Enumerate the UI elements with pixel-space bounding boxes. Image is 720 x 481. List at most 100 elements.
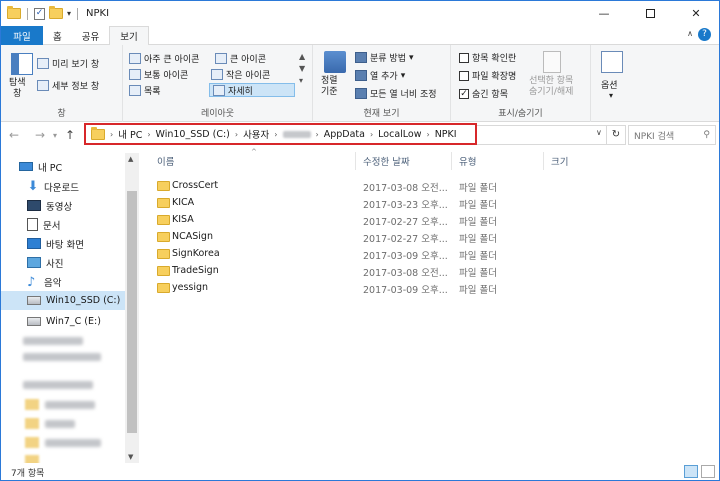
details-pane-button[interactable]: 세부 정보 창 — [37, 79, 99, 92]
file-type: 파일 폴더 — [459, 285, 497, 296]
breadcrumb-chevron[interactable]: › — [147, 130, 150, 139]
nav-pane-scrollbar[interactable]: ▲ ▼ — [125, 153, 139, 463]
group-by-button[interactable]: 분류 방법 ▾ — [355, 51, 414, 64]
address-bar[interactable]: › 내 PC › Win10_SSD (C:) › 사용자 › › AppDat… — [84, 123, 477, 145]
table-row[interactable]: CrossCert 2017-03-08 오전... 파일 폴더 — [151, 178, 711, 195]
tab-share[interactable]: 공유 — [72, 26, 109, 45]
layout-small-icons[interactable]: 작은 아이콘 — [211, 67, 270, 81]
breadcrumb-users[interactable]: 사용자 — [243, 127, 269, 141]
table-row[interactable]: SignKorea 2017-03-09 오후... 파일 폴더 — [151, 246, 711, 263]
maximize-button[interactable] — [627, 1, 673, 26]
nav-item-documents[interactable]: 문서 — [1, 215, 127, 234]
layout-scroll-arrows[interactable]: ▲ ▼ ▾ — [299, 51, 305, 87]
customize-toolbar-icon[interactable]: ▾ — [67, 9, 71, 18]
blurred-nav-item[interactable] — [45, 401, 95, 409]
sort-by-button[interactable]: 정렬 기준 — [321, 76, 338, 98]
nav-item-drive-e[interactable]: Win7_C (E:) — [1, 312, 127, 331]
preview-pane-label: 미리 보기 창 — [52, 60, 100, 70]
blurred-nav-item[interactable] — [23, 337, 83, 345]
column-divider[interactable] — [451, 152, 452, 170]
breadcrumb-chevron[interactable]: › — [316, 130, 319, 139]
file-name: SignKorea — [172, 248, 220, 259]
nav-item-label: 사진 — [46, 258, 64, 270]
layout-details[interactable]: 자세히 — [209, 83, 295, 97]
breadcrumb-chevron[interactable]: › — [110, 130, 113, 139]
breadcrumb-appdata[interactable]: AppData — [324, 129, 365, 140]
add-columns-button[interactable]: 열 추가 ▾ — [355, 69, 405, 82]
table-row[interactable]: yessign 2017-03-09 오후... 파일 폴더 — [151, 280, 711, 297]
item-checkboxes-toggle[interactable]: 항목 확인란 — [459, 51, 516, 64]
nav-item-this-pc[interactable]: 내 PC — [1, 157, 127, 176]
file-extensions-toggle[interactable]: 파일 확장명 — [459, 69, 516, 82]
search-input[interactable]: NPKI 검색 ⚲ — [628, 125, 716, 145]
breadcrumb-username-blurred[interactable] — [282, 129, 311, 140]
scroll-down-icon[interactable]: ▼ — [128, 453, 133, 461]
scroll-up-icon[interactable]: ▲ — [128, 155, 133, 163]
breadcrumb-chevron[interactable]: › — [370, 130, 373, 139]
table-row[interactable]: KISA 2017-02-27 오후... 파일 폴더 — [151, 212, 711, 229]
address-bar-empty[interactable] — [477, 125, 607, 145]
forward-arrow-icon[interactable]: → — [35, 128, 45, 142]
details-pane-label: 세부 정보 창 — [52, 82, 100, 92]
breadcrumb-this-pc[interactable]: 내 PC — [118, 127, 142, 141]
table-row[interactable]: KICA 2017-03-23 오후... 파일 폴더 — [151, 195, 711, 212]
recent-locations-icon[interactable]: ▾ — [53, 131, 57, 140]
blurred-nav-item[interactable] — [23, 353, 101, 361]
nav-item-videos[interactable]: 동영상 — [1, 196, 127, 215]
file-type: 파일 폴더 — [459, 251, 497, 262]
hidden-items-toggle[interactable]: ✓ 숨긴 항목 — [459, 87, 508, 100]
column-divider[interactable] — [543, 152, 544, 170]
table-row[interactable]: NCASign 2017-02-27 오후... 파일 폴더 — [151, 229, 711, 246]
ribbon-collapse-icon[interactable]: ∧ — [687, 29, 693, 38]
breadcrumb-chevron[interactable]: › — [427, 130, 430, 139]
breadcrumb-drive[interactable]: Win10_SSD (C:) — [156, 129, 230, 140]
blurred-nav-item[interactable] — [23, 381, 93, 389]
layout-medium-label: 보통 아이콘 — [144, 70, 189, 81]
address-history-icon[interactable]: ∨ — [596, 128, 602, 137]
folder-icon — [157, 232, 170, 242]
blurred-nav-item[interactable] — [45, 420, 75, 428]
tab-view[interactable]: 보기 — [109, 26, 149, 46]
file-type: 파일 폴더 — [459, 268, 497, 279]
options-button[interactable]: 옵션 — [601, 78, 618, 91]
nav-item-music[interactable]: ♪ 음악 — [1, 272, 127, 291]
close-button[interactable]: ✕ — [673, 1, 719, 26]
large-icons-view-button[interactable] — [701, 465, 715, 478]
breadcrumb-chevron[interactable]: › — [274, 130, 277, 139]
column-header-size[interactable]: 크기 — [551, 154, 568, 168]
minimize-button[interactable]: — — [581, 1, 627, 26]
column-header-modified[interactable]: 수정한 날짜 — [363, 154, 410, 168]
layout-list[interactable]: 목록 — [129, 83, 161, 97]
breadcrumb-chevron[interactable]: › — [235, 130, 238, 139]
drive-icon — [27, 296, 41, 305]
nav-item-drive-c[interactable]: Win10_SSD (C:) — [1, 291, 127, 310]
properties-icon[interactable]: ✓ — [34, 7, 45, 20]
nav-item-pictures[interactable]: 사진 — [1, 253, 127, 272]
column-header-type[interactable]: 유형 — [459, 154, 476, 168]
column-divider[interactable] — [355, 152, 356, 170]
refresh-button[interactable]: ↻ — [606, 125, 626, 145]
breadcrumb-npki[interactable]: NPKI — [435, 129, 457, 140]
new-folder-icon[interactable] — [49, 6, 63, 19]
nav-item-desktop[interactable]: 바탕 화면 — [1, 234, 127, 253]
details-view-button[interactable] — [684, 465, 698, 478]
layout-medium-icons[interactable]: 보통 아이콘 — [129, 67, 188, 81]
column-header-name[interactable]: 이름 — [157, 154, 174, 168]
tab-home[interactable]: 홈 — [43, 26, 72, 45]
hide-selected-button[interactable]: 선택한 항목 숨기기/해제 — [529, 76, 573, 98]
preview-pane-button[interactable]: 미리 보기 창 — [37, 57, 99, 70]
nav-pane-button[interactable]: 탐색 창 — [9, 78, 26, 100]
tab-file[interactable]: 파일 — [1, 26, 43, 45]
scrollbar-thumb[interactable] — [127, 191, 137, 433]
size-columns-button[interactable]: 모든 열 너비 조정 — [355, 87, 437, 100]
nav-item-downloads[interactable]: ⬇ 다운로드 — [1, 177, 127, 196]
window-title: NPKI — [86, 8, 110, 19]
back-arrow-icon[interactable]: ← — [9, 128, 19, 142]
layout-extra-large-icons[interactable]: 아주 큰 아이콘 — [129, 51, 199, 65]
table-row[interactable]: TradeSign 2017-03-08 오전... 파일 폴더 — [151, 263, 711, 280]
layout-large-icons[interactable]: 큰 아이콘 — [215, 51, 266, 65]
up-arrow-icon[interactable]: ↑ — [65, 128, 75, 142]
help-icon[interactable]: ? — [698, 28, 711, 41]
blurred-nav-item[interactable] — [45, 439, 101, 447]
breadcrumb-locallow[interactable]: LocalLow — [378, 129, 421, 140]
